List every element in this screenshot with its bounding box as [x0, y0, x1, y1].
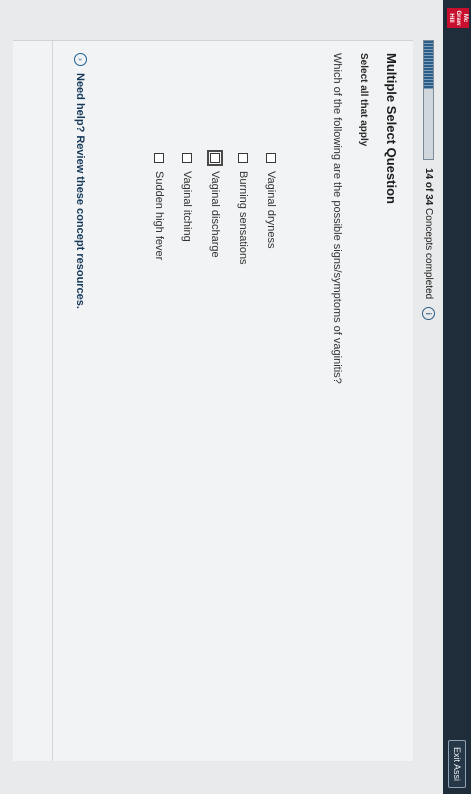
info-icon[interactable]: i	[422, 307, 435, 321]
chevron-right-icon: ›	[74, 53, 87, 66]
option-vaginal-discharge[interactable]: Vaginal discharge	[201, 150, 229, 265]
help-resources-link[interactable]: › Need help? Review these concept resour…	[74, 53, 87, 309]
question-panel: Multiple Select Question Select all that…	[13, 40, 413, 761]
divider	[52, 41, 53, 761]
option-vaginal-itching[interactable]: Vaginal itching	[173, 153, 201, 265]
option-sudden-high-fever[interactable]: Sudden high fever	[145, 153, 173, 265]
progress-rest: Concepts completed	[423, 208, 434, 300]
photo-stage: Mc Graw Hill Exit Assi 14 of 34 Concepts…	[0, 0, 471, 794]
exit-assignment-button[interactable]: Exit Assi	[448, 739, 466, 788]
option-label: Vaginal discharge	[209, 171, 221, 258]
checkbox[interactable]	[207, 150, 223, 166]
checkbox[interactable]	[182, 153, 192, 163]
progress-count: 14 of 34	[423, 168, 434, 206]
question-text: Which of the following are the possible …	[331, 53, 343, 384]
checkbox[interactable]	[154, 153, 164, 163]
option-vaginal-dryness[interactable]: Vaginal dryness	[257, 153, 285, 265]
mcgraw-hill-logo: Mc Graw Hill	[447, 8, 469, 28]
option-label: Sudden high fever	[153, 171, 165, 261]
question-type-heading: Multiple Select Question	[384, 53, 399, 204]
answer-options: Vaginal dryness Burning sensations Vagin…	[145, 150, 285, 265]
top-bar: Mc Graw Hill Exit Assi	[443, 0, 471, 794]
checkbox[interactable]	[266, 153, 276, 163]
progress-row: 14 of 34 Concepts completed i	[422, 40, 435, 321]
question-instruction: Select all that apply	[358, 53, 369, 147]
checkbox[interactable]	[238, 153, 248, 163]
option-label: Vaginal dryness	[265, 171, 277, 249]
progress-fill	[424, 41, 433, 90]
progress-label: 14 of 34 Concepts completed	[423, 168, 434, 299]
assessment-app: Mc Graw Hill Exit Assi 14 of 34 Concepts…	[0, 0, 471, 794]
option-label: Burning sensations	[237, 171, 249, 265]
option-burning-sensations[interactable]: Burning sensations	[229, 153, 257, 265]
help-text: Need help? Review these concept resource…	[74, 73, 87, 309]
progress-bar	[423, 40, 434, 160]
option-label: Vaginal itching	[181, 171, 193, 242]
